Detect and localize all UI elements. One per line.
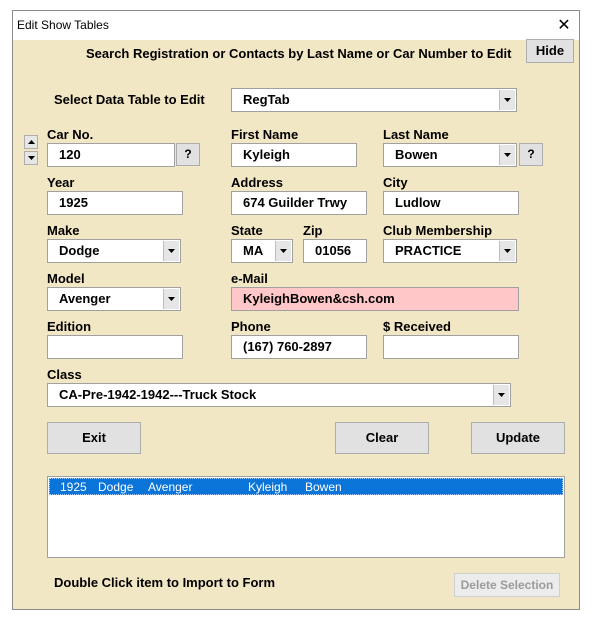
state-dropdown[interactable]: MA (231, 239, 293, 263)
table-select-value: RegTab (243, 92, 290, 107)
address-field[interactable]: 674 Guilder Trwy (231, 191, 367, 215)
table-select-label: Select Data Table to Edit (54, 92, 205, 107)
results-listbox[interactable]: 1925 Dodge Avenger Kyleigh Bowen (47, 476, 565, 558)
chevron-down-icon[interactable] (163, 241, 179, 261)
club-membership-label: Club Membership (383, 223, 493, 238)
year-label: Year (47, 175, 75, 190)
car-no-label: Car No. (47, 127, 94, 142)
list-item[interactable]: 1925 Dodge Avenger Kyleigh Bowen (49, 478, 563, 495)
make-label: Make (47, 223, 80, 238)
class-label: Class (47, 367, 82, 382)
car-no-query-button[interactable]: ? (176, 143, 200, 166)
state-label: State (231, 223, 263, 238)
email-field[interactable]: KyleighBowen&csh.com (231, 287, 519, 311)
year-field[interactable]: 1925 (47, 191, 183, 215)
received-field[interactable] (383, 335, 519, 359)
delete-selection-button[interactable]: Delete Selection (454, 573, 560, 597)
edition-field[interactable] (47, 335, 183, 359)
class-dropdown[interactable]: CA-Pre-1942-1942---Truck Stock (47, 383, 511, 407)
zip-field[interactable]: 01056 (303, 239, 367, 263)
list-item-make: Dodge (98, 480, 134, 494)
make-value: Dodge (59, 243, 100, 258)
update-button[interactable]: Update (471, 422, 565, 454)
email-label: e-Mail (231, 271, 268, 286)
city-field[interactable]: Ludlow (383, 191, 519, 215)
chevron-down-icon[interactable] (275, 241, 291, 261)
phone-label: Phone (231, 319, 271, 334)
edit-show-tables-window: Edit Show Tables ✕ Search Registration o… (12, 10, 580, 610)
list-item-first-name: Kyleigh (248, 480, 288, 494)
car-no-field[interactable]: 120 (47, 143, 175, 167)
spin-up-icon[interactable] (24, 135, 38, 149)
state-value: MA (243, 243, 264, 258)
edition-label: Edition (47, 319, 92, 334)
table-select-dropdown[interactable]: RegTab (231, 88, 517, 112)
list-item-model: Avenger (148, 480, 193, 494)
last-name-value: Bowen (395, 147, 438, 162)
club-membership-dropdown[interactable]: PRACTICE (383, 239, 517, 263)
last-name-label: Last Name (383, 127, 449, 142)
zip-label: Zip (303, 223, 323, 238)
chevron-down-icon[interactable] (493, 385, 509, 405)
hide-button[interactable]: Hide (526, 39, 574, 63)
search-instruction: Search Registration or Contacts by Last … (86, 46, 512, 61)
model-dropdown[interactable]: Avenger (47, 287, 181, 311)
address-label: Address (231, 175, 284, 190)
make-dropdown[interactable]: Dodge (47, 239, 181, 263)
club-membership-value: PRACTICE (395, 243, 462, 258)
chevron-down-icon[interactable] (499, 90, 515, 110)
list-item-year: 1925 (60, 480, 87, 494)
window-title: Edit Show Tables (17, 18, 109, 32)
chevron-down-icon[interactable] (163, 289, 179, 309)
first-name-label: First Name (231, 127, 299, 142)
chevron-down-icon[interactable] (499, 241, 515, 261)
model-value: Avenger (59, 291, 111, 306)
model-label: Model (47, 271, 85, 286)
last-name-dropdown[interactable]: Bowen (383, 143, 517, 167)
list-item-last-name: Bowen (305, 480, 342, 494)
first-name-field[interactable]: Kyleigh (231, 143, 357, 167)
phone-field[interactable]: (167) 760-2897 (231, 335, 367, 359)
clear-button[interactable]: Clear (335, 422, 429, 454)
class-value: CA-Pre-1942-1942---Truck Stock (59, 387, 257, 402)
exit-button[interactable]: Exit (47, 422, 141, 454)
received-label: $ Received (383, 319, 451, 334)
last-name-query-button[interactable]: ? (519, 143, 543, 166)
import-hint: Double Click item to Import to Form (54, 575, 276, 590)
city-label: City (383, 175, 408, 190)
spin-down-icon[interactable] (24, 151, 38, 165)
chevron-down-icon[interactable] (499, 145, 515, 165)
title-bar: Edit Show Tables ✕ (13, 11, 579, 40)
close-icon[interactable]: ✕ (549, 11, 579, 40)
